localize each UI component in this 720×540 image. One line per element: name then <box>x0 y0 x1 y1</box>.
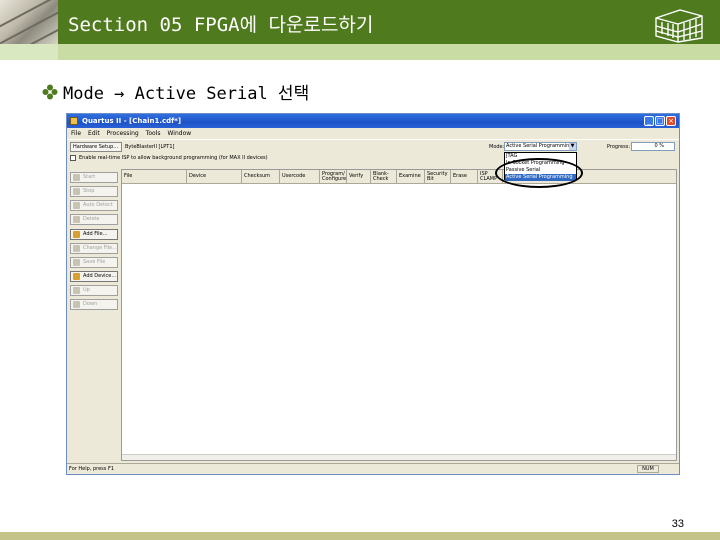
up-icon <box>73 287 80 294</box>
slide-footer-band <box>0 532 720 540</box>
menu-window[interactable]: Window <box>168 130 192 137</box>
highlight-oval <box>495 158 583 188</box>
realtime-isp-label: Enable real-time ISP to allow background… <box>79 155 268 161</box>
window-title: Quartus II - [Chain1.cdf*] <box>82 117 182 125</box>
stop-button[interactable]: Stop <box>70 186 118 197</box>
slide-title: Section 05 FPGA에 다운로드하기 <box>68 14 374 36</box>
status-text: For Help, press F1 <box>69 466 115 472</box>
start-button[interactable]: Start <box>70 172 118 183</box>
auto-detect-button-label: Auto Detect <box>83 202 113 208</box>
col-erase[interactable]: Erase <box>451 170 478 184</box>
play-icon <box>73 174 80 181</box>
realtime-isp-checkbox[interactable] <box>70 155 76 161</box>
col-blank-check[interactable]: Blank-Check <box>371 170 397 184</box>
col-verify[interactable]: Verify <box>347 170 371 184</box>
col-usercode[interactable]: Usercode <box>280 170 320 184</box>
programmer-toolbar: Hardware Setup... ByteBlasterII [LPT1] M… <box>67 139 679 153</box>
col-program-configure[interactable]: Program/ Configure <box>320 170 347 184</box>
window-titlebar[interactable]: Quartus II - [Chain1.cdf*] _ □ × <box>67 114 679 128</box>
horizontal-scrollbar[interactable] <box>122 454 676 460</box>
maximize-icon[interactable]: □ <box>655 116 665 126</box>
mode-value: Active Serial Programming <box>506 143 573 149</box>
down-button-label: Down <box>83 301 98 307</box>
header-strip <box>58 44 720 60</box>
col-checksum[interactable]: Checksum <box>242 170 280 184</box>
start-button-label: Start <box>83 174 96 180</box>
page-number: 33 <box>671 518 684 530</box>
delete-icon <box>73 216 80 223</box>
change-file-button-label: Change File... <box>83 245 117 251</box>
add-file-button-label: Add File... <box>83 231 108 237</box>
diamond-bullet-icon <box>42 84 58 99</box>
add-device-button[interactable]: Add Device... <box>70 271 118 282</box>
change-file-icon <box>73 245 80 252</box>
table-header: File Device Checksum Usercode Program/ C… <box>122 170 676 184</box>
hardware-setup-button[interactable]: Hardware Setup... <box>70 142 122 152</box>
add-device-button-label: Add Device... <box>83 273 117 279</box>
col-device[interactable]: Device <box>187 170 242 184</box>
realtime-isp-option[interactable]: Enable real-time ISP to allow background… <box>70 155 268 161</box>
down-button[interactable]: Down <box>70 299 118 310</box>
stop-icon <box>73 188 80 195</box>
mode-select[interactable]: Active Serial Programming ▼ <box>504 142 577 151</box>
slide-header: Section 05 FPGA에 다운로드하기 <box>0 0 720 60</box>
quartus-app-icon <box>70 117 78 125</box>
quartus-programmer-window: Quartus II - [Chain1.cdf*] _ □ × File Ed… <box>66 113 680 475</box>
menu-tools[interactable]: Tools <box>146 130 161 137</box>
num-lock-indicator: NUM <box>637 465 659 473</box>
menu-bar: File Edit Processing Tools Window <box>67 128 679 138</box>
col-file[interactable]: File <box>122 170 187 184</box>
hardware-value: ByteBlasterII [LPT1] <box>125 144 175 150</box>
add-file-icon <box>73 231 80 238</box>
bullet-text: Mode → Active Serial 선택 <box>63 84 310 104</box>
device-chain-table: File Device Checksum Usercode Program/ C… <box>121 169 677 461</box>
auto-detect-button[interactable]: Auto Detect <box>70 200 118 211</box>
detect-icon <box>73 202 80 209</box>
menu-processing[interactable]: Processing <box>107 130 139 137</box>
stop-button-label: Stop <box>83 188 95 194</box>
add-device-icon <box>73 273 80 280</box>
up-button-label: Up <box>83 287 90 293</box>
delete-button-label: Delete <box>83 216 100 222</box>
slide: Section 05 FPGA에 다운로드하기 Mode → Active Se… <box>0 0 720 540</box>
programmer-side-buttons: Start Stop Auto Detect Delete Add File..… <box>67 170 121 462</box>
minimize-icon[interactable]: _ <box>644 116 654 126</box>
menu-edit[interactable]: Edit <box>88 130 100 137</box>
delete-button[interactable]: Delete <box>70 214 118 225</box>
up-button[interactable]: Up <box>70 285 118 296</box>
add-file-button[interactable]: Add File... <box>70 229 118 240</box>
progress-label: Progress: <box>607 144 631 150</box>
down-icon <box>73 301 80 308</box>
menu-file[interactable]: File <box>71 130 81 137</box>
save-file-button[interactable]: Save File <box>70 257 118 268</box>
col-security-bit[interactable]: Security Bit <box>425 170 451 184</box>
chevron-down-icon[interactable]: ▼ <box>569 143 576 150</box>
bullet-point: Mode → Active Serial 선택 <box>42 79 309 104</box>
change-file-button[interactable]: Change File... <box>70 243 118 254</box>
building-logo-icon <box>655 9 703 43</box>
close-icon[interactable]: × <box>666 116 676 126</box>
header-photo <box>0 0 58 44</box>
col-examine[interactable]: Examine <box>397 170 425 184</box>
progress-bar: 0 % <box>631 142 675 151</box>
save-file-button-label: Save File <box>83 259 106 265</box>
save-icon <box>73 259 80 266</box>
status-bar: For Help, press F1 NUM <box>67 463 679 474</box>
mode-label: Mode: <box>489 144 505 150</box>
